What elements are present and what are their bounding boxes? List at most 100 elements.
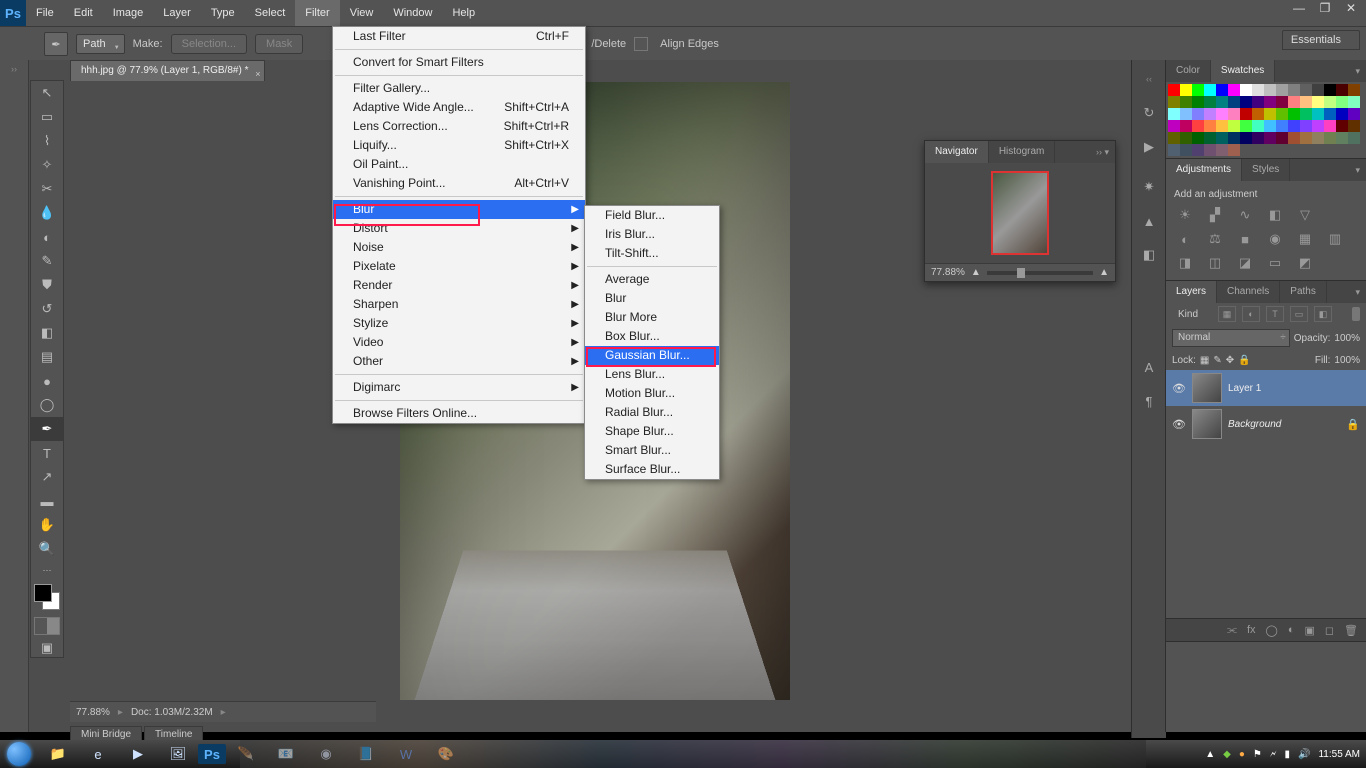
swatch[interactable]	[1240, 132, 1252, 144]
history-panel-icon[interactable]: ↻	[1136, 100, 1162, 126]
zoom-out-icon[interactable]: ▲	[971, 267, 981, 278]
swatch[interactable]	[1300, 108, 1312, 120]
close-tab-icon[interactable]: ×	[255, 64, 260, 84]
swatch[interactable]	[1204, 108, 1216, 120]
exposure-icon[interactable]: ◧	[1264, 206, 1286, 224]
swatch[interactable]	[1348, 132, 1360, 144]
swatch[interactable]	[1336, 96, 1348, 108]
menu-item[interactable]: Tilt-Shift...	[585, 244, 719, 263]
menu-layer[interactable]: Layer	[153, 0, 201, 26]
hue-icon[interactable]: ◐	[1174, 230, 1196, 248]
swatch[interactable]	[1192, 108, 1204, 120]
swatch[interactable]	[1180, 84, 1192, 96]
lasso-tool[interactable]: ⌇	[31, 129, 63, 153]
path-selection-tool[interactable]: ↗	[31, 465, 63, 489]
taskbar-photoshop-icon[interactable]: Ps	[198, 744, 226, 764]
layer-mask-icon[interactable]: ◯	[1266, 624, 1278, 637]
photo-filter-icon[interactable]: ◉	[1264, 230, 1286, 248]
swatch[interactable]	[1192, 144, 1204, 156]
menu-item[interactable]: Field Blur...	[585, 206, 719, 225]
swatch[interactable]	[1336, 108, 1348, 120]
menu-filter[interactable]: Filter	[295, 0, 339, 26]
curves-icon[interactable]: ∿	[1234, 206, 1256, 224]
layer-thumbnail[interactable]	[1192, 409, 1222, 439]
swatch[interactable]	[1204, 132, 1216, 144]
delete-layer-icon[interactable]: 🗑	[1344, 624, 1358, 637]
zoom-slider[interactable]	[987, 271, 1093, 275]
menu-item[interactable]: Blur▶	[333, 200, 585, 219]
histogram-tab[interactable]: Histogram	[989, 141, 1056, 163]
navigator-panel[interactable]: Navigator Histogram ›› ▾ 77.88% ▲ ▲	[924, 140, 1116, 282]
new-group-icon[interactable]: ▣	[1304, 624, 1314, 637]
screen-mode[interactable]: ▣	[31, 639, 63, 657]
tray-clock[interactable]: 11:55 AM	[1318, 749, 1360, 760]
menu-item[interactable]: Render▶	[333, 276, 585, 295]
fill-value[interactable]: 100%	[1334, 355, 1360, 366]
shape-tool[interactable]: ▬	[31, 489, 63, 513]
menu-item[interactable]: Stylize▶	[333, 314, 585, 333]
healing-brush-tool[interactable]: ◐	[31, 225, 63, 249]
menu-item[interactable]: Vanishing Point...Alt+Ctrl+V	[333, 174, 585, 193]
swatch[interactable]	[1216, 132, 1228, 144]
properties-panel-icon[interactable]: ✷	[1136, 174, 1162, 200]
layer-name[interactable]: Layer 1	[1228, 383, 1261, 394]
eyedropper-tool[interactable]: 💧	[31, 201, 63, 225]
taskbar-media-icon[interactable]: ▶	[118, 740, 158, 768]
swatch[interactable]	[1204, 144, 1216, 156]
swatch[interactable]	[1312, 96, 1324, 108]
swatch[interactable]	[1324, 96, 1336, 108]
tray-icon[interactable]: ▲	[1205, 749, 1215, 760]
swatch[interactable]	[1324, 108, 1336, 120]
filter-toggle[interactable]	[1352, 307, 1360, 321]
pen-tool-icon[interactable]: ✒	[44, 32, 68, 56]
swatch[interactable]	[1240, 96, 1252, 108]
tray-icon[interactable]: ●	[1239, 749, 1245, 760]
magic-wand-tool[interactable]: ✧	[31, 153, 63, 177]
windows-taskbar[interactable]: 📁 e ▶ 🖼 Ps 🪶 📧 ◉ 📘 W 🎨 ▲ ◆ ● ⚑ 🗲 ▮ 🔊 11:…	[0, 740, 1366, 768]
swatch[interactable]	[1252, 84, 1264, 96]
history-brush-tool[interactable]: ↺	[31, 297, 63, 321]
blur-tool[interactable]: ●	[31, 369, 63, 393]
swatch[interactable]	[1336, 120, 1348, 132]
paths-tab[interactable]: Paths	[1280, 281, 1327, 303]
menu-item[interactable]: Radial Blur...	[585, 403, 719, 422]
swatch[interactable]	[1252, 120, 1264, 132]
swatch[interactable]	[1288, 132, 1300, 144]
menu-item[interactable]: Motion Blur...	[585, 384, 719, 403]
swatch[interactable]	[1228, 144, 1240, 156]
swatch[interactable]	[1240, 120, 1252, 132]
swatch[interactable]	[1312, 120, 1324, 132]
zoom-value[interactable]: 77.88%	[76, 707, 110, 718]
layer-row-1[interactable]: 👁 Layer 1	[1166, 370, 1366, 406]
visibility-icon[interactable]: 👁	[1172, 418, 1186, 431]
swatch[interactable]	[1180, 132, 1192, 144]
styles-tab[interactable]: Styles	[1242, 159, 1290, 181]
menu-select[interactable]: Select	[245, 0, 296, 26]
taskbar-explorer-icon[interactable]: 📁	[38, 740, 78, 768]
lock-trans-icon[interactable]: ▦	[1200, 355, 1209, 366]
swatch[interactable]	[1264, 120, 1276, 132]
swatch[interactable]	[1348, 84, 1360, 96]
swatch[interactable]	[1288, 96, 1300, 108]
swatch[interactable]	[1240, 108, 1252, 120]
stamp-tool[interactable]: ⛊	[31, 273, 63, 297]
filter-type-icon[interactable]: T	[1266, 306, 1284, 322]
pen-mode-dropdown[interactable]: Path	[76, 34, 125, 54]
swatch[interactable]	[1324, 84, 1336, 96]
swatch[interactable]	[1192, 120, 1204, 132]
filter-adjust-icon[interactable]: ◐	[1242, 306, 1260, 322]
tray-icon[interactable]: ◆	[1223, 749, 1231, 760]
levels-icon[interactable]: ▞	[1204, 206, 1226, 224]
swatch[interactable]	[1264, 84, 1276, 96]
menu-item[interactable]: Liquify...Shift+Ctrl+X	[333, 136, 585, 155]
swatch[interactable]	[1288, 84, 1300, 96]
swatch[interactable]	[1276, 132, 1288, 144]
menu-view[interactable]: View	[340, 0, 384, 26]
lock-all-icon[interactable]: 🔒	[1238, 355, 1250, 366]
menu-item[interactable]: Sharpen▶	[333, 295, 585, 314]
menu-item[interactable]: Last FilterCtrl+F	[333, 27, 585, 46]
color-tab[interactable]: Color	[1166, 60, 1211, 82]
filter-kind-dropdown[interactable]: Kind	[1172, 309, 1212, 320]
adjustments-tab[interactable]: Adjustments	[1166, 159, 1242, 181]
menu-item[interactable]: Blur More	[585, 308, 719, 327]
